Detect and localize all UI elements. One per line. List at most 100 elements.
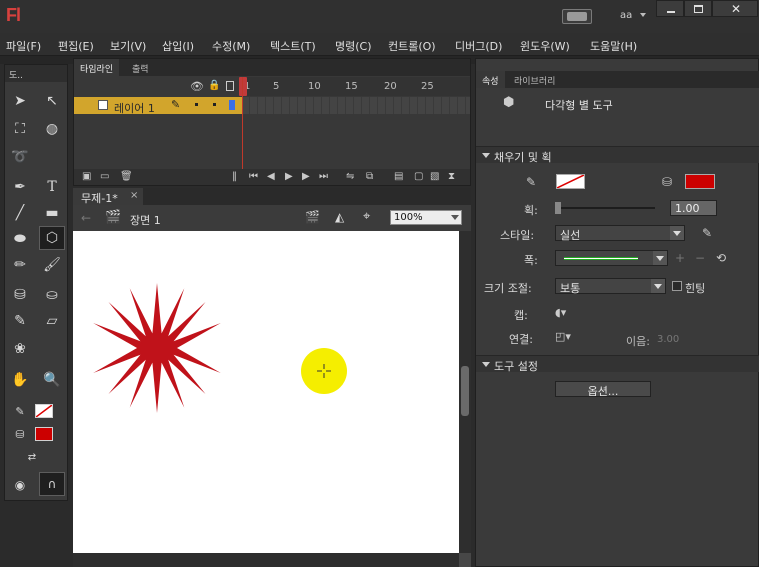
- lasso-tool-icon[interactable]: ➰: [7, 145, 33, 169]
- menu-control[interactable]: 컨트롤(O): [388, 38, 436, 54]
- menu-help[interactable]: 도움말(H): [590, 38, 637, 54]
- workspace-switcher-button[interactable]: [562, 9, 592, 24]
- layer-row[interactable]: 레이어 1 ✎: [74, 97, 242, 116]
- magnet-snap-icon[interactable]: ∩: [39, 472, 65, 496]
- free-transform-tool-icon[interactable]: ⛶: [7, 117, 33, 141]
- stroke-color-swatch[interactable]: [556, 174, 585, 189]
- paint-bucket-tool-icon[interactable]: ⛁: [7, 283, 33, 307]
- fill-stroke-section[interactable]: 채우기 및 획: [476, 146, 759, 164]
- step-back-icon[interactable]: ◀: [267, 171, 275, 182]
- new-folder-icon[interactable]: ▭: [100, 171, 109, 182]
- scrollbar-thumb[interactable]: [461, 366, 469, 416]
- swap-colors-icon[interactable]: ⇄: [19, 445, 45, 469]
- tab-library[interactable]: 라이브러리: [508, 71, 561, 88]
- visibility-dot-icon[interactable]: [195, 103, 198, 106]
- document-tab[interactable]: 무제-1* ×: [73, 188, 143, 205]
- tab-properties[interactable]: 속성: [476, 71, 505, 88]
- edit-symbol-icon[interactable]: ◭: [335, 210, 344, 224]
- miter-value[interactable]: 3.00: [657, 334, 679, 345]
- center-frame-icon[interactable]: ⧗: [448, 171, 455, 182]
- menu-modify[interactable]: 수정(M): [212, 38, 250, 54]
- vertical-scrollbar[interactable]: [459, 231, 471, 553]
- join-style-icon[interactable]: ◰▾: [555, 330, 571, 343]
- zoom-tool-icon[interactable]: 🔍: [39, 368, 65, 392]
- menu-debug[interactable]: 디버그(D): [455, 38, 502, 54]
- subselection-tool-icon[interactable]: ↖: [39, 89, 65, 113]
- menu-file[interactable]: 파일(F): [6, 38, 41, 54]
- stroke-color-swatch[interactable]: [35, 404, 53, 418]
- loop-icon[interactable]: ⇋: [346, 171, 354, 182]
- outline-icon[interactable]: [226, 81, 234, 91]
- line-tool-icon[interactable]: ╱: [7, 201, 33, 225]
- hinting-checkbox[interactable]: [672, 281, 682, 291]
- menu-text[interactable]: 텍스트(T): [270, 38, 316, 54]
- tool-settings-section[interactable]: 도구 설정: [476, 355, 759, 373]
- slider-handle[interactable]: [555, 202, 561, 214]
- first-frame-icon[interactable]: ⏮: [249, 171, 258, 182]
- lock-dot-icon[interactable]: [213, 103, 216, 106]
- scene-name[interactable]: 장면 1: [130, 212, 161, 228]
- rectangle-tool-icon[interactable]: ▬: [39, 201, 65, 225]
- horizontal-scrollbar[interactable]: [73, 553, 459, 567]
- options-button[interactable]: 옵션...: [555, 381, 651, 398]
- maximize-button[interactable]: [684, 0, 712, 17]
- zoom-dropdown[interactable]: 100%: [390, 210, 462, 225]
- width-profile-dropdown[interactable]: [555, 250, 668, 266]
- add-width-icon[interactable]: +: [675, 251, 685, 265]
- brush-tool-icon[interactable]: 🖌: [39, 253, 65, 277]
- markers-icon[interactable]: ▧: [430, 171, 439, 182]
- user-name[interactable]: aa: [620, 10, 632, 21]
- trash-icon[interactable]: 🗑: [120, 171, 133, 182]
- onion-skin-icon[interactable]: ⧉: [366, 171, 373, 182]
- step-forward-icon[interactable]: ▶: [302, 171, 310, 182]
- lock-icon[interactable]: 🔒: [208, 80, 220, 91]
- last-frame-icon[interactable]: ⏭: [319, 171, 328, 182]
- play-icon[interactable]: ▶: [285, 171, 293, 182]
- remove-width-icon[interactable]: −: [695, 251, 705, 265]
- layer-name[interactable]: 레이어 1: [114, 100, 155, 116]
- eraser-tool-icon[interactable]: ▱: [39, 309, 65, 333]
- deco-tool-icon[interactable]: ❀: [7, 337, 33, 361]
- eye-icon[interactable]: 👁: [190, 80, 204, 93]
- edit-stroke-style-icon[interactable]: ✎: [702, 226, 712, 240]
- menu-commands[interactable]: 명령(C): [335, 38, 372, 54]
- chevron-down-icon[interactable]: [640, 13, 646, 17]
- edit-scene-icon[interactable]: 🎬: [305, 210, 320, 224]
- menu-window[interactable]: 윈도우(W): [520, 38, 570, 54]
- reset-width-icon[interactable]: ⟲: [716, 251, 726, 265]
- close-window-button[interactable]: ✕: [712, 0, 758, 17]
- onion-outline-icon[interactable]: ▢: [414, 171, 423, 182]
- pencil-tool-icon[interactable]: ✏: [7, 253, 33, 277]
- 3d-rotation-tool-icon[interactable]: ◍: [39, 117, 65, 141]
- cap-style-icon[interactable]: ◖▾: [555, 306, 566, 319]
- close-document-icon[interactable]: ×: [130, 190, 138, 201]
- fill-color-swatch[interactable]: [685, 174, 715, 189]
- tab-timeline[interactable]: 타임라인: [74, 59, 120, 76]
- minimize-button[interactable]: [656, 0, 684, 17]
- menu-view[interactable]: 보기(V): [110, 38, 146, 54]
- selection-tool-icon[interactable]: ➤: [7, 89, 33, 113]
- hand-tool-icon[interactable]: ✋: [7, 368, 33, 392]
- text-tool-icon[interactable]: T: [39, 175, 65, 199]
- frame-ruler[interactable]: 1 5 10 15 20 25: [242, 77, 470, 96]
- layer-color-box[interactable]: [229, 100, 235, 110]
- center-stage-icon[interactable]: ⌖: [363, 209, 370, 224]
- stroke-slider[interactable]: [555, 202, 655, 214]
- pen-tool-icon[interactable]: ✒: [7, 175, 33, 199]
- scale-dropdown[interactable]: 보통: [555, 278, 666, 295]
- ink-bottle-tool-icon[interactable]: ⛀: [39, 283, 65, 307]
- menu-edit[interactable]: 편집(E): [58, 38, 94, 54]
- snap-to-objects-icon[interactable]: ◉: [7, 473, 33, 497]
- tab-output[interactable]: 출력: [126, 59, 155, 76]
- frame-cells[interactable]: [242, 97, 470, 114]
- polystar-tool-icon[interactable]: ⬡: [39, 226, 65, 250]
- style-dropdown[interactable]: 실선: [555, 225, 685, 242]
- menu-insert[interactable]: 삽입(I): [162, 38, 194, 54]
- stroke-value-input[interactable]: 1.00: [670, 200, 717, 216]
- new-layer-icon[interactable]: ▣: [82, 171, 91, 182]
- fill-color-swatch[interactable]: [35, 427, 53, 441]
- star-shape[interactable]: [87, 283, 227, 413]
- edit-multiple-icon[interactable]: ▤: [394, 171, 403, 182]
- eyedropper-tool-icon[interactable]: ✎: [7, 309, 33, 333]
- back-arrow-icon[interactable]: ←: [81, 211, 91, 225]
